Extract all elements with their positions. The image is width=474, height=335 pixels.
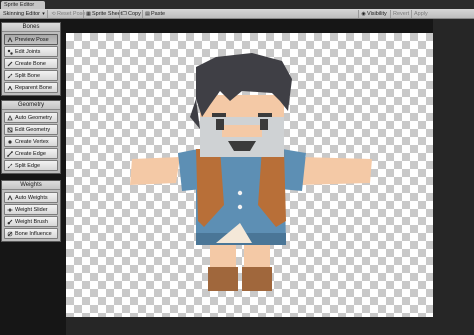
split-edge-icon [7, 163, 13, 168]
chevron-down-icon: ▾ [42, 10, 45, 17]
split-icon [7, 73, 13, 78]
split-edge-button[interactable]: Split Edge [4, 160, 58, 171]
split-edge-label: Split Edge [15, 162, 41, 169]
toolbar-divider [358, 10, 359, 18]
create-vertex-label: Create Vertex [15, 138, 49, 145]
toolbar-divider [142, 10, 143, 18]
auto-weights-label: Auto Weights [15, 194, 48, 201]
visibility-button[interactable]: ◉ Visibility [361, 10, 387, 18]
pose-icon [7, 36, 13, 42]
edit-geometry-icon [7, 127, 13, 132]
visibility-label: Visibility [367, 11, 387, 17]
toolbar-divider [119, 10, 120, 18]
eye-icon: ◉ [361, 10, 366, 17]
copy-icon: ❐ [122, 10, 127, 17]
bone-icon [7, 61, 13, 66]
auto-weights-icon [7, 194, 13, 200]
vertex-icon [8, 139, 12, 144]
create-bone-label: Create Bone [15, 60, 46, 67]
toolbar-divider [47, 10, 48, 18]
canvas-margin-bottom [66, 317, 433, 335]
character-torso [196, 149, 286, 245]
window-titlebar: Sprite Editor [0, 0, 474, 9]
weight-brush-label: Weight Brush [15, 218, 48, 225]
auto-geometry-button[interactable]: Auto Geometry [4, 112, 58, 123]
reparent-bone-label: Reparent Bone [15, 84, 52, 91]
weight-slider-button[interactable]: Weight Slider [4, 204, 58, 215]
character-legs [208, 243, 272, 291]
weight-slider-label: Weight Slider [15, 206, 48, 213]
apply-label: Apply [414, 11, 428, 17]
edge-icon [7, 150, 13, 157]
reset-pose-button[interactable]: ⟲ Reset Pose [51, 10, 85, 18]
preview-pose-label: Preview Pose [15, 36, 49, 43]
reparent-icon [7, 85, 13, 90]
joints-icon [7, 49, 13, 55]
create-bone-button[interactable]: Create Bone [4, 58, 58, 69]
auto-geometry-icon [7, 114, 13, 120]
editor-toolbar: Skinning Editor ▾ ⟲ Reset Pose ▦ Sprite … [0, 9, 474, 19]
window-title-tab[interactable]: Sprite Editor [1, 1, 45, 9]
toolbar-divider [390, 10, 391, 18]
apply-button[interactable]: Apply [414, 10, 428, 18]
create-edge-label: Create Edge [15, 150, 46, 157]
character-head [190, 53, 292, 157]
toolbar-divider [83, 10, 84, 18]
reparent-bone-button[interactable]: Reparent Bone [4, 82, 58, 93]
revert-label: Revert [393, 11, 410, 17]
sprite-sheet-label: Sprite Sheet [92, 11, 123, 17]
sprite-sheet-button[interactable]: ▦ Sprite Sheet [86, 10, 122, 18]
paste-icon: ▤ [145, 10, 150, 17]
edit-joints-button[interactable]: Edit Joints [4, 46, 58, 57]
bones-panel: Bones Preview Pose Edit Joints Create Bo… [1, 22, 61, 96]
preview-pose-button[interactable]: Preview Pose [4, 34, 58, 45]
weights-panel: Weights Auto Weights Weight Slider Weigh… [1, 180, 61, 242]
geometry-panel: Geometry Auto Geometry Edit Geometry Cre… [1, 100, 61, 174]
edit-geometry-button[interactable]: Edit Geometry [4, 124, 58, 135]
copy-button[interactable]: ❐ Copy [122, 10, 141, 18]
auto-weights-button[interactable]: Auto Weights [4, 192, 58, 203]
split-bone-button[interactable]: Split Bone [4, 70, 58, 81]
reset-pose-label: Reset Pose [57, 11, 86, 17]
auto-geometry-label: Auto Geometry [15, 114, 52, 121]
reset-icon: ⟲ [51, 10, 56, 17]
bone-influence-icon [7, 231, 13, 236]
weights-panel-title: Weights [2, 181, 60, 190]
create-edge-button[interactable]: Create Edge [4, 148, 58, 159]
split-bone-label: Split Bone [15, 72, 41, 79]
bone-influence-label: Bone Influence [15, 230, 52, 237]
paste-label: Paste [151, 11, 166, 17]
revert-button[interactable]: Revert [393, 10, 409, 18]
mode-label: Skinning Editor [3, 11, 40, 17]
slider-icon [7, 208, 13, 211]
brush-icon [7, 219, 13, 224]
canvas-margin-right [433, 19, 474, 335]
toolbar-divider [411, 10, 412, 18]
weight-brush-button[interactable]: Weight Brush [4, 216, 58, 227]
character-sprite[interactable] [112, 45, 376, 295]
edit-joints-label: Edit Joints [15, 48, 41, 55]
create-vertex-button[interactable]: Create Vertex [4, 136, 58, 147]
paste-button[interactable]: ▤ Paste [145, 10, 165, 18]
bones-panel-title: Bones [2, 23, 60, 32]
copy-label: Copy [128, 11, 141, 17]
geometry-panel-title: Geometry [2, 101, 60, 110]
bone-influence-button[interactable]: Bone Influence [4, 228, 58, 239]
edit-geometry-label: Edit Geometry [15, 126, 51, 133]
mode-dropdown[interactable]: Skinning Editor ▾ [3, 10, 46, 18]
sprite-sheet-icon: ▦ [86, 10, 91, 17]
